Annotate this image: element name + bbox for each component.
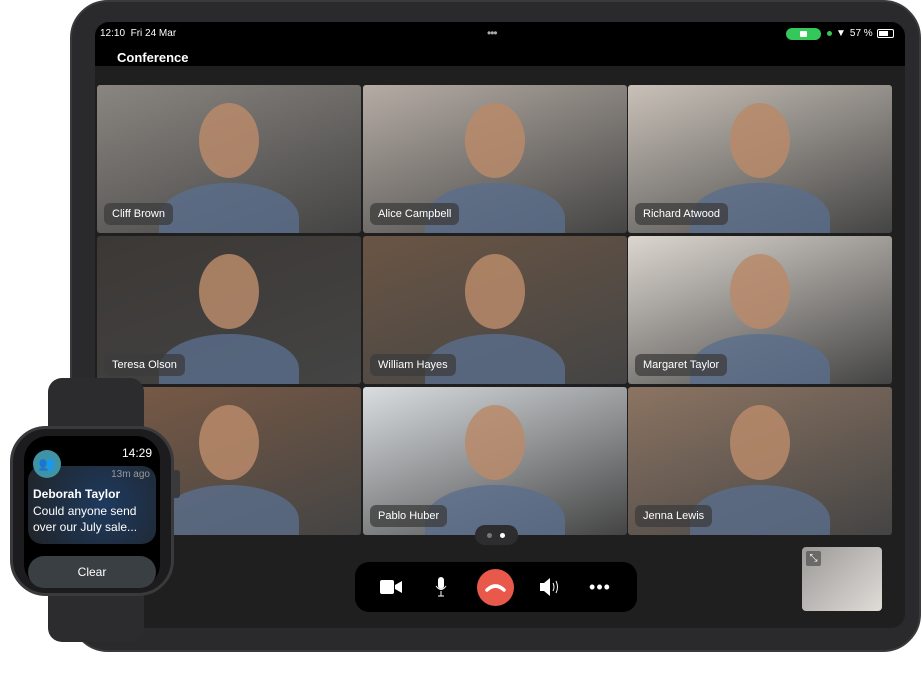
participant-video [199,254,259,329]
video-camera-icon [380,580,402,594]
expand-icon[interactable]: ⤡ [806,551,821,566]
time: 12:10 [100,28,126,39]
participant-name: Cliff Brown [104,203,173,225]
participant-video [465,405,525,480]
page-indicator[interactable] [475,525,518,545]
participant-name: William Hayes [370,354,456,376]
participant-video [730,103,790,178]
microphone-button[interactable] [421,562,461,612]
privacy-dot-icon [827,31,832,36]
participant-name: Pablo Huber [370,505,448,527]
participant-tile[interactable]: Richard Atwood [628,85,892,233]
participant-tile[interactable]: Alice Campbell [363,85,627,233]
battery-percent: 57 % [849,28,873,39]
participant-video [199,103,259,178]
participant-name: Alice Campbell [370,203,460,225]
more-icon: ••• [589,576,611,597]
self-view[interactable]: ⤡ [802,547,882,611]
end-call-button[interactable] [477,569,514,606]
end-call-icon [485,584,506,592]
call-controls: ••• [355,562,637,612]
group-app-icon: 👥 [33,450,61,478]
participant-tile[interactable]: Jenna Lewis [628,387,892,535]
participant-name: Richard Atwood [635,203,729,225]
more-button[interactable]: ••• [580,562,620,612]
participant-tile[interactable]: William Hayes [363,236,627,384]
participant-video-body [159,183,299,233]
page-title: Conference [117,50,189,65]
participant-video [465,254,525,329]
watch-screen: 14:29 👥 13m ago Deborah Taylor Could any… [24,436,160,588]
page-dot-active[interactable] [500,533,505,538]
digital-crown[interactable] [171,470,180,498]
participant-video [465,103,525,178]
clear-button[interactable]: Clear [28,556,156,588]
camera-button[interactable] [371,562,411,612]
participant-name: Teresa Olson [104,354,185,376]
participant-tile[interactable]: Pablo Huber [363,387,627,535]
speaker-icon [540,578,558,596]
status-indicators: ▼ 57 % [827,28,894,39]
speaker-button[interactable] [531,562,571,612]
page-dot[interactable] [487,533,492,538]
participant-video [730,405,790,480]
battery-icon [876,29,894,38]
participant-name: Margaret Taylor [635,354,728,376]
smartwatch: 14:29 👥 13m ago Deborah Taylor Could any… [10,378,182,642]
participant-name: Jenna Lewis [635,505,713,527]
date: Fri 24 Mar [130,28,177,39]
participant-tile[interactable]: Cliff Brown [97,85,361,233]
watch-time: 14:29 [121,446,152,460]
notification-message: Could anyone send over our July sale... [33,504,138,534]
notification-time: 13m ago [111,469,150,480]
participant-tile[interactable]: Teresa Olson [97,236,361,384]
watch-strap-bottom [48,590,144,642]
status-time: 12:10 Fri 24 Mar [100,28,176,39]
microphone-icon [435,577,447,597]
participant-tile[interactable]: Margaret Taylor [628,236,892,384]
participant-video [730,254,790,329]
participant-video [199,405,259,480]
multitasking-dots-icon[interactable]: ••• [487,26,498,40]
notification-sender: Deborah Taylor [33,487,121,501]
status-bar: 12:10 Fri 24 Mar ••• ▼ 57 % Conference [95,22,905,66]
camera-in-use-icon [786,28,821,40]
tablet-screen: 12:10 Fri 24 Mar ••• ▼ 57 % Conference C… [95,22,905,628]
wifi-icon: ▼ [836,28,846,39]
